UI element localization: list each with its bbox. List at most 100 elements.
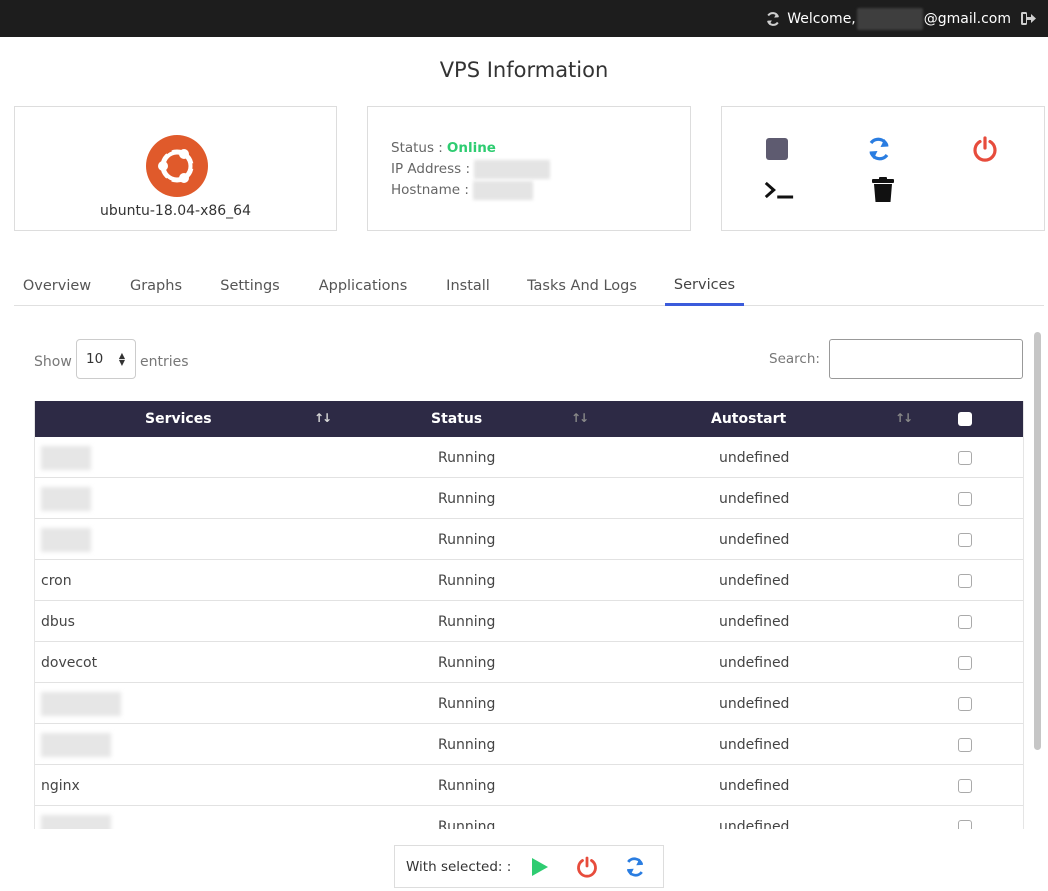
sort-icon[interactable]: ↑↓ <box>571 411 589 425</box>
row-autostart: undefined <box>719 449 790 466</box>
info-lines: Status : Online IP Address : Hostname : <box>391 138 551 201</box>
search-input[interactable] <box>829 339 1023 379</box>
scrollbar-thumb[interactable] <box>1034 332 1041 750</box>
restart-icon[interactable] <box>623 855 647 879</box>
page-length-value: 10 <box>86 351 104 367</box>
select-arrows-icon: ▲ ▼ <box>118 351 125 367</box>
row-checkbox[interactable] <box>958 656 972 670</box>
services-table: Services ↑↓ Status ↑↓ Autostart ↑↓ Runni… <box>34 401 1024 829</box>
row-autostart: undefined <box>719 654 790 671</box>
row-checkbox[interactable] <box>958 451 972 465</box>
power-icon[interactable] <box>575 855 599 879</box>
table-row: Running undefined <box>35 806 1023 830</box>
redacted-service-name <box>41 446 91 470</box>
table-row: Running undefined <box>35 437 1023 478</box>
row-status: Running <box>438 613 496 630</box>
top-bar: Welcome, @gmail.com <box>0 0 1048 37</box>
row-status: Running <box>438 818 496 830</box>
row-autostart: undefined <box>719 695 790 712</box>
row-checkbox[interactable] <box>958 820 972 829</box>
table-row: cron Running undefined <box>35 560 1023 601</box>
sort-icon[interactable]: ↑↓ <box>314 411 332 425</box>
row-autostart: undefined <box>719 572 790 589</box>
row-service-name: dovecot <box>41 654 98 671</box>
row-status: Running <box>438 654 496 671</box>
tab-overview[interactable]: Overview <box>14 266 100 305</box>
table-row: Running undefined <box>35 519 1023 560</box>
row-autostart: undefined <box>719 490 790 507</box>
page-length-select[interactable]: 10 ▲ ▼ <box>76 339 136 379</box>
search-label: Search: <box>769 351 820 367</box>
row-checkbox[interactable] <box>958 779 972 793</box>
table-row: dbus Running undefined <box>35 601 1023 642</box>
console-icon[interactable] <box>764 175 794 205</box>
row-status: Running <box>438 777 496 794</box>
logout-icon[interactable] <box>1021 12 1036 25</box>
top-bar-user-area: Welcome, @gmail.com <box>765 0 1036 37</box>
page-title: VPS Information <box>439 58 609 82</box>
hostname-label: Hostname : <box>391 182 469 198</box>
tab-settings[interactable]: Settings <box>211 266 289 305</box>
row-checkbox[interactable] <box>958 615 972 629</box>
sort-icon[interactable]: ↑↓ <box>895 411 913 425</box>
entries-label: entries <box>140 354 189 370</box>
row-checkbox[interactable] <box>958 738 972 752</box>
status-line: Status : Online <box>391 138 550 159</box>
row-autostart: undefined <box>719 531 790 548</box>
ubuntu-logo-icon <box>146 135 208 197</box>
row-checkbox[interactable] <box>958 492 972 506</box>
tab-tasks-and-logs[interactable]: Tasks And Logs <box>519 266 645 305</box>
row-status: Running <box>438 572 496 589</box>
redacted-ip <box>474 160 551 179</box>
redacted-service-name <box>41 528 91 552</box>
table-header: Services ↑↓ Status ↑↓ Autostart ↑↓ <box>35 401 1023 437</box>
welcome-prefix: Welcome, <box>787 10 856 27</box>
header-autostart[interactable]: Autostart <box>711 401 786 437</box>
tab-services[interactable]: Services <box>665 266 744 306</box>
table-row: Running undefined <box>35 478 1023 519</box>
redacted-email-user <box>856 7 923 30</box>
welcome-text: Welcome, @gmail.com <box>787 7 1011 30</box>
refresh-icon[interactable] <box>765 11 781 27</box>
stop-icon[interactable] <box>762 134 792 164</box>
email-suffix: @gmail.com <box>923 10 1011 27</box>
redacted-service-name <box>41 815 111 829</box>
ip-label: IP Address : <box>391 161 471 177</box>
row-checkbox[interactable] <box>958 533 972 547</box>
row-checkbox[interactable] <box>958 697 972 711</box>
table-row: nginx Running undefined <box>35 765 1023 806</box>
row-status: Running <box>438 736 496 753</box>
redacted-service-name <box>41 733 111 757</box>
row-status: Running <box>438 531 496 548</box>
trash-icon[interactable] <box>868 175 898 205</box>
row-status: Running <box>438 695 496 712</box>
tab-graphs[interactable]: Graphs <box>120 266 192 305</box>
vps-info-card: Status : Online IP Address : Hostname : <box>367 106 691 231</box>
row-autostart: undefined <box>719 736 790 753</box>
select-all-checkbox[interactable] <box>958 412 972 426</box>
row-status: Running <box>438 449 496 466</box>
row-autostart: undefined <box>719 613 790 630</box>
tab-applications[interactable]: Applications <box>309 266 417 305</box>
tab-install[interactable]: Install <box>437 266 499 305</box>
redacted-service-name <box>41 692 121 716</box>
hostname-line: Hostname : <box>391 180 550 201</box>
row-service-name: cron <box>41 572 72 589</box>
bulk-label: With selected: : <box>406 859 512 875</box>
status-label: Status : <box>391 140 443 156</box>
header-status[interactable]: Status <box>431 401 482 437</box>
row-checkbox[interactable] <box>958 574 972 588</box>
row-autostart: undefined <box>719 777 790 794</box>
header-services[interactable]: Services <box>145 401 212 437</box>
power-actions-card <box>721 106 1045 231</box>
bulk-action-bar: With selected: : <box>394 845 664 888</box>
table-row: dovecot Running undefined <box>35 642 1023 683</box>
row-service-name: dbus <box>41 613 75 630</box>
ip-line: IP Address : <box>391 159 551 180</box>
restart-icon[interactable] <box>864 134 894 164</box>
table-row: Running undefined <box>35 683 1023 724</box>
power-icon[interactable] <box>970 134 1000 164</box>
play-icon[interactable] <box>528 855 552 879</box>
row-service-name: nginx <box>41 777 80 794</box>
redacted-hostname <box>472 181 533 200</box>
